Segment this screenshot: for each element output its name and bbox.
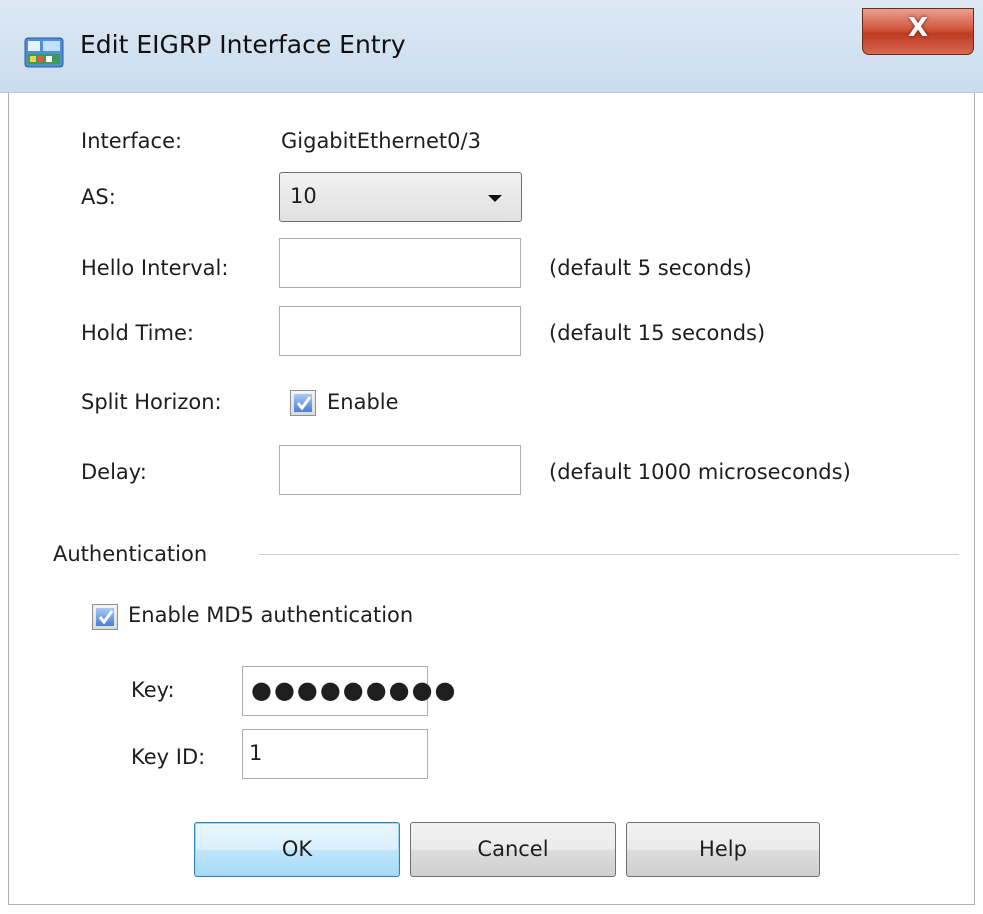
key-label: Key:: [131, 678, 175, 702]
interface-label: Interface:: [81, 129, 183, 153]
hello-interval-input[interactable]: [279, 238, 521, 288]
split-horizon-label: Split Horizon:: [81, 390, 222, 414]
interface-value: GigabitEthernet0/3: [281, 129, 481, 153]
hold-time-input[interactable]: [279, 306, 521, 356]
close-icon: X: [907, 13, 929, 43]
key-id-label: Key ID:: [131, 745, 206, 769]
as-select[interactable]: 10: [279, 172, 522, 222]
md5-label[interactable]: Enable MD5 authentication: [128, 603, 413, 627]
dialog-window: Edit EIGRP Interface Entry X Interface: …: [0, 0, 983, 914]
hello-interval-hint: (default 5 seconds): [549, 256, 752, 280]
delay-label: Delay:: [81, 460, 147, 484]
authentication-group-title: Authentication: [53, 542, 208, 566]
as-select-value: 10: [290, 184, 317, 208]
hello-interval-label: Hello Interval:: [81, 256, 229, 280]
chevron-down-icon[interactable]: [488, 195, 502, 202]
split-horizon-checkbox[interactable]: [290, 390, 316, 416]
group-divider: [259, 554, 959, 555]
window-title: Edit EIGRP Interface Entry: [80, 30, 406, 59]
delay-hint: (default 1000 microseconds): [549, 460, 851, 484]
split-horizon-enable-label[interactable]: Enable: [327, 390, 399, 414]
checkmark-icon: [296, 396, 312, 411]
checkmark-icon: [98, 610, 114, 625]
dialog-body: Interface: GigabitEthernet0/3 AS: 10 Hel…: [8, 93, 975, 905]
key-id-input[interactable]: 1: [242, 729, 428, 779]
network-settings-icon: [24, 37, 64, 68]
close-button[interactable]: X: [862, 8, 974, 55]
help-button[interactable]: Help: [626, 822, 820, 877]
ok-button[interactable]: OK: [194, 822, 400, 877]
cancel-button[interactable]: Cancel: [410, 822, 616, 877]
key-password-input[interactable]: ●●●●●●●●●: [242, 666, 455, 716]
delay-input[interactable]: [279, 445, 521, 495]
md5-checkbox[interactable]: [92, 604, 118, 630]
as-label: AS:: [81, 185, 116, 209]
hold-time-label: Hold Time:: [81, 321, 194, 345]
hold-time-hint: (default 15 seconds): [549, 321, 766, 345]
title-bar[interactable]: Edit EIGRP Interface Entry X: [0, 0, 983, 93]
